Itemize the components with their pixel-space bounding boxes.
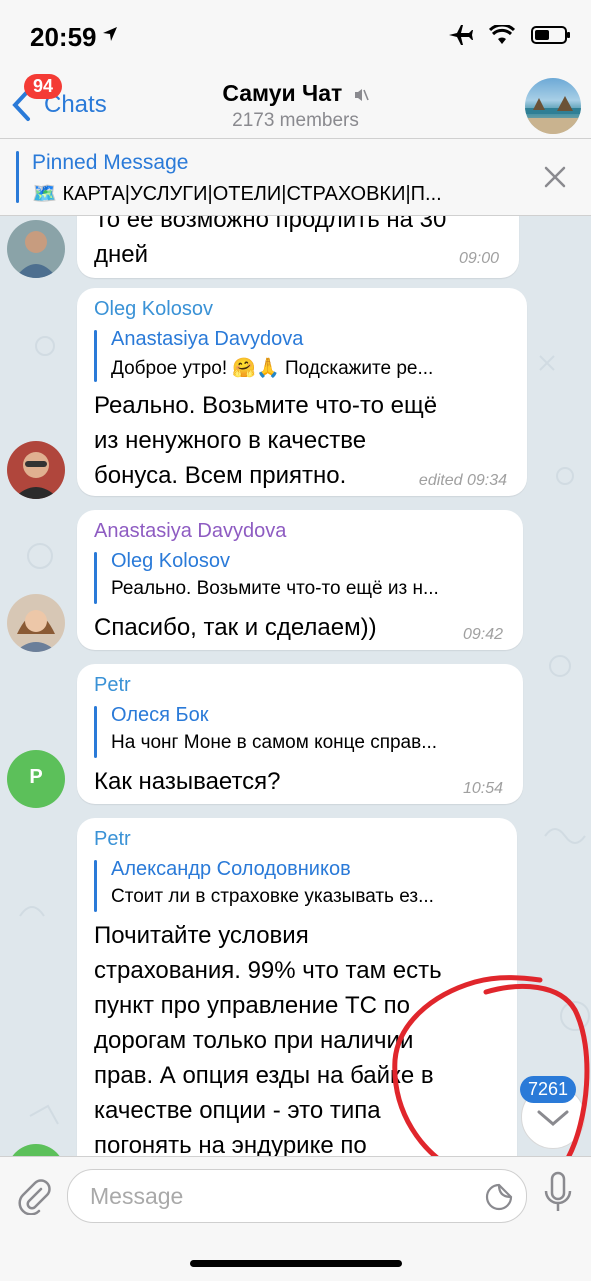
reply-accent-bar (94, 330, 97, 382)
sticker-icon[interactable] (484, 1182, 514, 1212)
reply-author: Oleg Kolosov (111, 550, 230, 572)
message-time: 09:00 (458, 250, 499, 267)
home-indicator[interactable] (190, 1260, 402, 1267)
beach-image (525, 96, 581, 134)
message-bubble[interactable]: Oleg Kolosov Anastasiya Davydova Доброе … (77, 288, 527, 496)
sender-name[interactable]: Petr (94, 674, 131, 697)
message-bubble[interactable]: Petr Олеся Бок На чонг Моне в самом конц… (77, 664, 523, 804)
message-line: Спасибо, так и сделаем)) (94, 614, 377, 641)
avatar[interactable] (7, 220, 65, 278)
message-line: Как называется? (94, 768, 281, 795)
pinned-text: 🗺️ КАРТА|УСЛУГИ|ОТЕЛИ|СТРАХОВКИ|П... (32, 183, 442, 205)
message-line: Почитайте условия (94, 922, 309, 949)
message-text: Почитайте условия страхования. 99% что т… (94, 918, 442, 1156)
pinned-message[interactable]: Pinned Message 🗺️ КАРТА|УСЛУГИ|ОТЕЛИ|СТР… (0, 139, 591, 216)
message-text: То ее возможно продлить на 30 дней (94, 216, 446, 272)
message-bubble[interactable]: Petr Александр Солодовников Стоит ли в с… (77, 818, 517, 1156)
members-count: 2173 members (232, 110, 359, 131)
reply-text: Реально. Возьмите что-то ещё из н... (111, 578, 439, 599)
message-field[interactable] (67, 1169, 527, 1223)
reply-quote[interactable]: Александр Солодовников Стоит ли в страхо… (94, 858, 504, 914)
avatar[interactable]: P (7, 750, 65, 808)
airplane-icon (449, 25, 473, 45)
message-line: качестве опции - это типа (94, 1097, 381, 1124)
reply-author: Олеся Бок (111, 704, 209, 726)
avatar[interactable] (7, 441, 65, 499)
microphone-icon[interactable] (543, 1171, 573, 1217)
sender-name[interactable]: Petr (94, 828, 131, 851)
message-text: Как называется? (94, 764, 281, 799)
message-line: пункт про управление ТС по (94, 992, 410, 1019)
reply-accent-bar (94, 706, 97, 758)
chat-header: Chats 94 Самуи Чат 2173 members (0, 72, 591, 139)
reply-author: Anastasiya Davydova (111, 328, 304, 350)
clock: 20:59 (30, 22, 97, 52)
message-line: страхования. 99% что там есть (94, 957, 442, 984)
reply-text: Доброе утро! 🤗🙏 Подскажите ре... (111, 358, 434, 379)
muted-icon (354, 88, 369, 101)
attach-icon[interactable] (14, 1175, 54, 1215)
message-line: погонять на эндурике по (94, 1132, 367, 1156)
message-time: 09:42 (462, 626, 503, 643)
message-line: бонуса. Всем приятно. (94, 462, 347, 489)
location-arrow-icon (103, 27, 117, 41)
sender-name[interactable]: Anastasiya Davydova (94, 520, 286, 543)
group-avatar[interactable] (525, 78, 581, 134)
message-text: Реально. Возьмите что-то ещё из ненужног… (94, 388, 437, 493)
pinned-accent-bar (16, 151, 19, 203)
message-line: дней (94, 241, 149, 268)
message-time: 10:54 (462, 780, 503, 797)
sender-name[interactable]: Oleg Kolosov (94, 298, 213, 321)
reply-accent-bar (94, 552, 97, 604)
message-line: прав. А опция езды на байке в (94, 1062, 434, 1089)
avatar[interactable] (7, 594, 65, 652)
user-photo (7, 594, 65, 652)
message-bubble[interactable]: То ее возможно продлить на 30 дней 09:00 (77, 216, 519, 278)
message-line: дорогам только при наличии (94, 1027, 414, 1054)
chat-title[interactable]: Самуи Чат (0, 80, 591, 107)
battery-icon (531, 26, 570, 44)
pinned-title: Pinned Message (32, 151, 189, 174)
user-photo (7, 220, 65, 278)
wifi-icon (489, 25, 515, 44)
message-text: Спасибо, так и сделаем)) (94, 610, 377, 645)
chat-title-text: Самуи Чат (222, 80, 343, 106)
reply-quote[interactable]: Олеся Бок На чонг Моне в самом конце спр… (94, 704, 504, 760)
reply-text: На чонг Моне в самом конце справ... (111, 732, 438, 753)
reply-accent-bar (94, 860, 97, 912)
message-list[interactable]: То ее возможно продлить на 30 дней 09:00… (0, 216, 591, 1156)
message-bubble[interactable]: Anastasiya Davydova Oleg Kolosov Реально… (77, 510, 523, 650)
message-time: edited 09:34 (418, 472, 507, 489)
reply-quote[interactable]: Oleg Kolosov Реально. Возьмите что-то ещ… (94, 550, 504, 606)
message-line: То ее возможно продлить на 30 (94, 216, 447, 233)
close-icon[interactable] (543, 165, 567, 189)
status-bar: 20:59 (0, 0, 591, 72)
avatar-initial: P (29, 766, 43, 788)
unread-count-badge: 7261 (520, 1076, 577, 1103)
message-input[interactable] (88, 1180, 472, 1212)
message-line: из ненужного в качестве (94, 427, 367, 454)
user-photo (7, 441, 65, 499)
reply-text: Стоит ли в страховке указывать ез... (111, 886, 434, 907)
message-line: Реально. Возьмите что-то ещё (94, 392, 438, 419)
reply-author: Александр Солодовников (111, 858, 351, 880)
reply-quote[interactable]: Anastasiya Davydova Доброе утро! 🤗🙏 Подс… (94, 328, 504, 384)
